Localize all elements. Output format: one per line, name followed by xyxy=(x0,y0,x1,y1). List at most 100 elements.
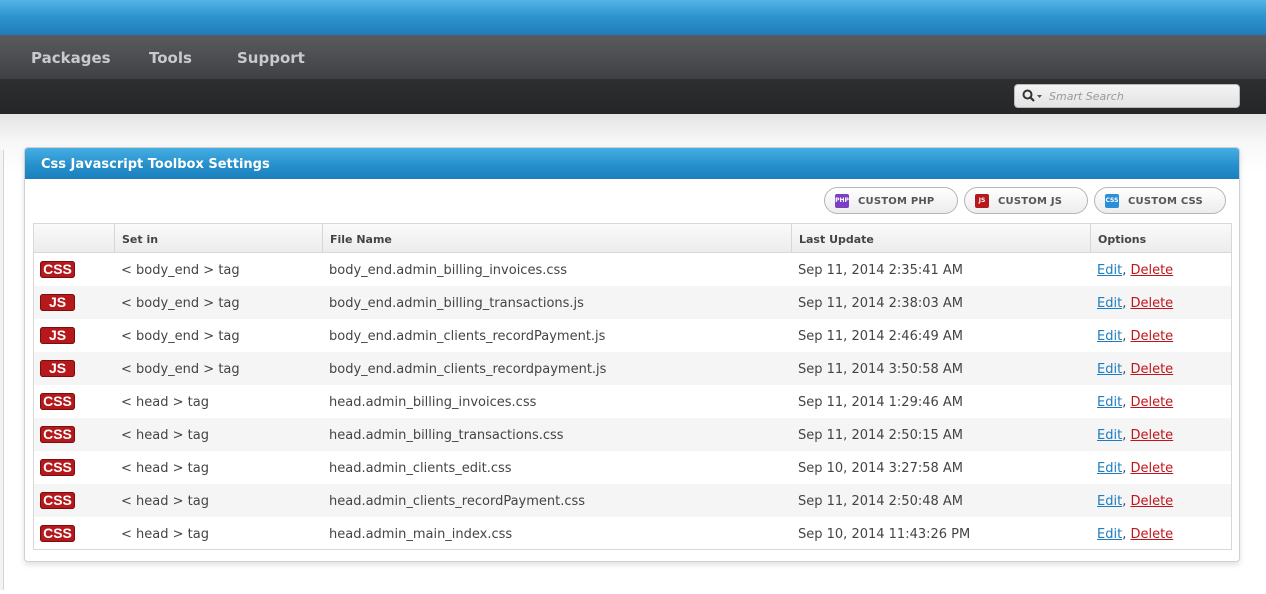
php-icon: PHP xyxy=(835,194,849,208)
css-type-badge: CSS xyxy=(40,261,75,278)
custom-php-label: CUSTOM PHP xyxy=(858,196,935,207)
header-type xyxy=(34,224,114,253)
delete-link[interactable]: Delete xyxy=(1130,395,1173,410)
last-update-cell: Sep 11, 2014 2:35:41 AM xyxy=(798,263,964,278)
table-row: JS < body_end > tag body_end.admin_billi… xyxy=(34,286,1231,319)
nav-item-tools[interactable]: Tools xyxy=(149,49,192,67)
delete-link[interactable]: Delete xyxy=(1130,362,1173,377)
delete-link[interactable]: Delete xyxy=(1130,494,1173,509)
panel-title: Css Javascript Toolbox Settings xyxy=(41,157,270,172)
edit-link[interactable]: Edit xyxy=(1097,527,1122,542)
table-header: Set in File Name Last Update Options xyxy=(34,224,1231,253)
options-cell: Edit, Delete xyxy=(1097,461,1173,476)
css-type-badge: CSS xyxy=(40,525,75,542)
set-in-cell: < body_end > tag xyxy=(121,329,240,344)
last-update-cell: Sep 11, 2014 3:50:58 AM xyxy=(798,362,964,377)
js-type-badge: JS xyxy=(40,360,75,377)
set-in-cell: < head > tag xyxy=(121,395,209,410)
left-edge xyxy=(0,150,4,590)
css-type-badge: CSS xyxy=(40,492,75,509)
table-row: CSS < head > tag head.admin_clients_reco… xyxy=(34,484,1231,517)
edit-link[interactable]: Edit xyxy=(1097,329,1122,344)
last-update-cell: Sep 11, 2014 2:46:49 AM xyxy=(798,329,964,344)
nav-item-support[interactable]: Support xyxy=(237,49,305,67)
options-cell: Edit, Delete xyxy=(1097,296,1173,311)
edit-link[interactable]: Edit xyxy=(1097,263,1122,278)
file-name-cell: body_end.admin_billing_transactions.js xyxy=(329,296,584,311)
file-name-cell: body_end.admin_clients_recordPayment.js xyxy=(329,329,606,344)
options-cell: Edit, Delete xyxy=(1097,494,1173,509)
options-separator: , xyxy=(1122,395,1127,410)
options-separator: , xyxy=(1122,296,1127,311)
delete-link[interactable]: Delete xyxy=(1130,428,1173,443)
table-row: JS < body_end > tag body_end.admin_clien… xyxy=(34,352,1231,385)
custom-css-label: CUSTOM CSS xyxy=(1128,196,1203,207)
set-in-cell: < head > tag xyxy=(121,428,209,443)
table-row: CSS < head > tag head.admin_clients_edit… xyxy=(34,451,1231,484)
top-banner xyxy=(0,0,1266,35)
options-separator: , xyxy=(1122,329,1127,344)
set-in-cell: < body_end > tag xyxy=(121,263,240,278)
options-cell: Edit, Delete xyxy=(1097,263,1173,278)
panel-header: Css Javascript Toolbox Settings xyxy=(25,148,1239,179)
search-icon[interactable] xyxy=(1022,89,1044,103)
search-input[interactable] xyxy=(1049,88,1234,104)
last-update-cell: Sep 10, 2014 11:43:26 PM xyxy=(798,527,971,542)
options-cell: Edit, Delete xyxy=(1097,395,1173,410)
options-cell: Edit, Delete xyxy=(1097,527,1173,542)
file-name-cell: body_end.admin_clients_recordpayment.js xyxy=(329,362,607,377)
edit-link[interactable]: Edit xyxy=(1097,296,1122,311)
options-separator: , xyxy=(1122,428,1127,443)
options-separator: , xyxy=(1122,362,1127,377)
options-separator: , xyxy=(1122,461,1127,476)
delete-link[interactable]: Delete xyxy=(1130,296,1173,311)
last-update-cell: Sep 10, 2014 3:27:58 AM xyxy=(798,461,964,476)
options-separator: , xyxy=(1122,263,1127,278)
js-icon: JS xyxy=(975,194,989,208)
set-in-cell: < head > tag xyxy=(121,494,209,509)
table-row: CSS < body_end > tag body_end.admin_bill… xyxy=(34,253,1231,286)
delete-link[interactable]: Delete xyxy=(1130,461,1173,476)
options-cell: Edit, Delete xyxy=(1097,329,1173,344)
options-cell: Edit, Delete xyxy=(1097,362,1173,377)
custom-php-button[interactable]: PHP CUSTOM PHP xyxy=(824,187,958,214)
file-name-cell: head.admin_billing_invoices.css xyxy=(329,395,537,410)
nav-item-packages[interactable]: Packages xyxy=(31,49,111,67)
edit-link[interactable]: Edit xyxy=(1097,362,1122,377)
delete-link[interactable]: Delete xyxy=(1130,263,1173,278)
smart-search[interactable] xyxy=(1014,84,1240,108)
table-row: CSS < head > tag head.admin_billing_invo… xyxy=(34,385,1231,418)
set-in-cell: < head > tag xyxy=(121,527,209,542)
header-last-update[interactable]: Last Update xyxy=(791,224,1090,253)
set-in-cell: < body_end > tag xyxy=(121,296,240,311)
last-update-cell: Sep 11, 2014 2:38:03 AM xyxy=(798,296,964,311)
main-nav: Packages Tools Support xyxy=(0,35,1266,79)
files-table: Set in File Name Last Update Options CSS… xyxy=(33,223,1232,550)
edit-link[interactable]: Edit xyxy=(1097,428,1122,443)
custom-js-label: CUSTOM JS xyxy=(998,196,1063,207)
last-update-cell: Sep 11, 2014 2:50:48 AM xyxy=(798,494,964,509)
header-set-in[interactable]: Set in xyxy=(114,224,322,253)
custom-css-button[interactable]: CSS CUSTOM CSS xyxy=(1094,187,1226,214)
options-separator: , xyxy=(1122,494,1127,509)
delete-link[interactable]: Delete xyxy=(1130,527,1173,542)
header-options: Options xyxy=(1090,224,1231,253)
css-icon: CSS xyxy=(1105,194,1119,208)
options-cell: Edit, Delete xyxy=(1097,428,1173,443)
table-row: JS < body_end > tag body_end.admin_clien… xyxy=(34,319,1231,352)
set-in-cell: < body_end > tag xyxy=(121,362,240,377)
css-type-badge: CSS xyxy=(40,393,75,410)
file-name-cell: head.admin_clients_recordPayment.css xyxy=(329,494,586,509)
custom-js-button[interactable]: JS CUSTOM JS xyxy=(964,187,1088,214)
edit-link[interactable]: Edit xyxy=(1097,395,1122,410)
header-file-name[interactable]: File Name xyxy=(322,224,791,253)
delete-link[interactable]: Delete xyxy=(1130,329,1173,344)
table-row: CSS < head > tag head.admin_main_index.c… xyxy=(34,517,1231,550)
file-name-cell: head.admin_clients_edit.css xyxy=(329,461,512,476)
edit-link[interactable]: Edit xyxy=(1097,494,1122,509)
edit-link[interactable]: Edit xyxy=(1097,461,1122,476)
js-type-badge: JS xyxy=(40,294,75,311)
css-type-badge: CSS xyxy=(40,426,75,443)
file-name-cell: head.admin_main_index.css xyxy=(329,527,513,542)
options-separator: , xyxy=(1122,527,1127,542)
